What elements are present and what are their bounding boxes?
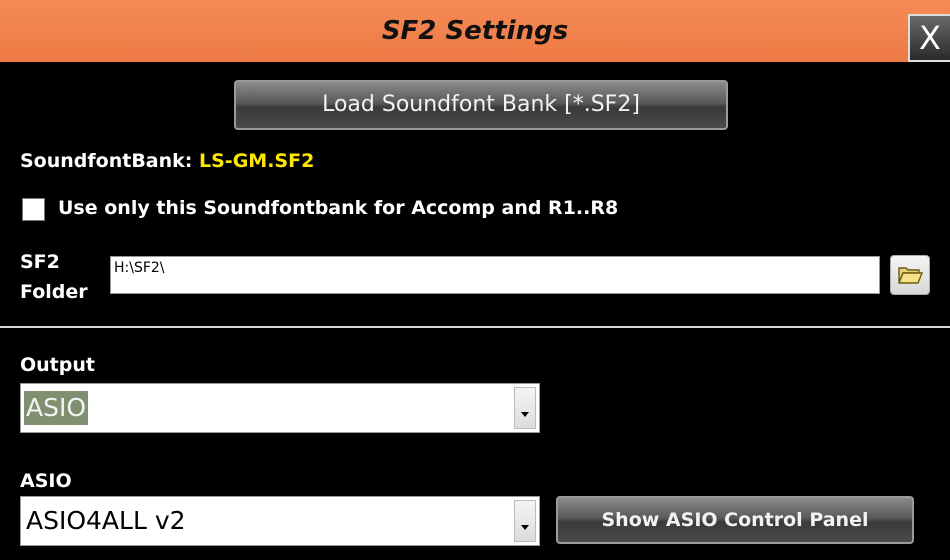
asio-select[interactable]: ASIO4ALL v2 — [20, 496, 540, 546]
soundfont-bank-label: SoundfontBank: — [20, 150, 193, 172]
output-label: Output — [20, 354, 95, 376]
chevron-down-icon — [521, 412, 529, 417]
show-asio-control-panel-button[interactable]: Show ASIO Control Panel — [556, 496, 914, 544]
use-only-checkbox[interactable] — [22, 198, 45, 221]
folder-open-icon — [897, 267, 924, 284]
browse-folder-button[interactable] — [890, 255, 930, 295]
use-only-label[interactable]: Use only this Soundfontbank for Accomp a… — [58, 197, 618, 219]
asio-label: ASIO — [20, 470, 72, 492]
section-divider — [0, 326, 950, 328]
sf2-folder-label-line1: SF2 — [20, 251, 60, 273]
title-bar: SF2 Settings X — [0, 0, 950, 62]
sf2-folder-label-line2: Folder — [20, 281, 88, 303]
chevron-down-icon — [521, 525, 529, 530]
output-dropdown-arrow[interactable] — [514, 387, 536, 429]
sf2-folder-label: SF2 Folder — [20, 247, 100, 307]
output-select[interactable]: ASIO — [20, 383, 540, 433]
soundfont-bank-row: SoundfontBank: LS-GM.SF2 — [20, 150, 314, 172]
asio-select-value: ASIO4ALL v2 — [26, 506, 186, 535]
window-title: SF2 Settings — [381, 16, 569, 46]
close-button[interactable]: X — [908, 14, 950, 62]
soundfont-bank-value: LS-GM.SF2 — [199, 150, 315, 172]
asio-dropdown-arrow[interactable] — [514, 500, 536, 542]
sf2-folder-input[interactable]: H:\SF2\ — [110, 256, 880, 294]
load-soundfont-button[interactable]: Load Soundfont Bank [*.SF2] — [234, 80, 728, 130]
output-select-value: ASIO — [24, 391, 89, 425]
